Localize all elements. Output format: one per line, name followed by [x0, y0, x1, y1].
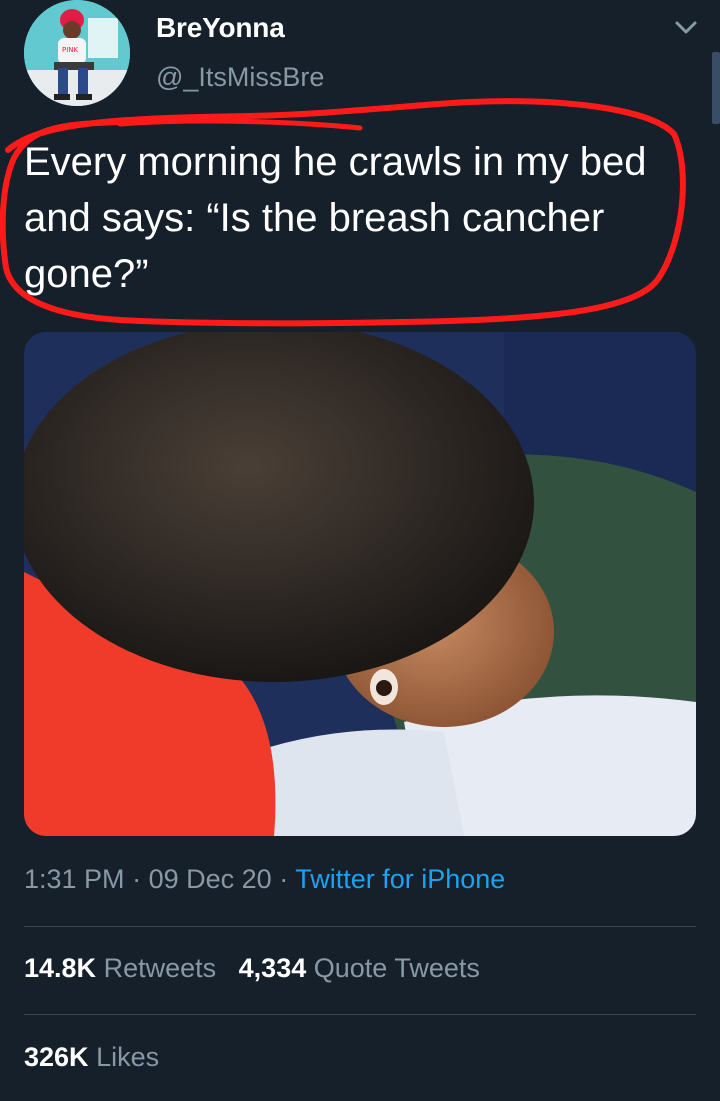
tweet-timestamp: 1:31 PM · 09 Dec 20 · Twitter for iPhone	[24, 864, 505, 895]
quote-tweets-count: 4,334	[238, 953, 307, 983]
scrollbar[interactable]	[712, 52, 720, 124]
retweets-link[interactable]: 14.8K Retweets	[24, 953, 216, 983]
likes-link[interactable]: 326K Likes	[24, 1042, 159, 1073]
user-handle[interactable]: @_ItsMissBre	[156, 62, 324, 93]
divider	[24, 926, 696, 927]
chevron-down-icon[interactable]	[672, 14, 700, 42]
tweet-text: Every morning he crawls in my bed and sa…	[24, 140, 647, 296]
tweet-detail: PINK BreYonna @_ItsMissBre Every morning…	[0, 0, 720, 1101]
tweet-source-link[interactable]: Twitter for iPhone	[295, 864, 505, 894]
photo-image	[24, 332, 696, 836]
display-name[interactable]: BreYonna	[156, 12, 285, 44]
quote-tweets-link[interactable]: 4,334 Quote Tweets	[239, 953, 480, 983]
retweets-label: Retweets	[103, 953, 217, 983]
separator-dot: ·	[279, 864, 289, 894]
avatar[interactable]: PINK	[24, 0, 130, 106]
engagement-stats: 14.8K Retweets 4,334 Quote Tweets	[24, 953, 480, 984]
tweet-time[interactable]: 1:31 PM	[24, 864, 125, 894]
avatar-image: PINK	[24, 0, 130, 106]
separator-dot: ·	[132, 864, 142, 894]
divider	[24, 1014, 696, 1015]
tweet-photo[interactable]	[24, 332, 696, 836]
tweet-date[interactable]: 09 Dec 20	[149, 864, 272, 894]
likes-count: 326K	[24, 1042, 89, 1072]
likes-label: Likes	[96, 1042, 160, 1072]
quote-tweets-label: Quote Tweets	[313, 953, 480, 983]
retweets-count: 14.8K	[24, 953, 97, 983]
svg-text:PINK: PINK	[62, 46, 79, 54]
